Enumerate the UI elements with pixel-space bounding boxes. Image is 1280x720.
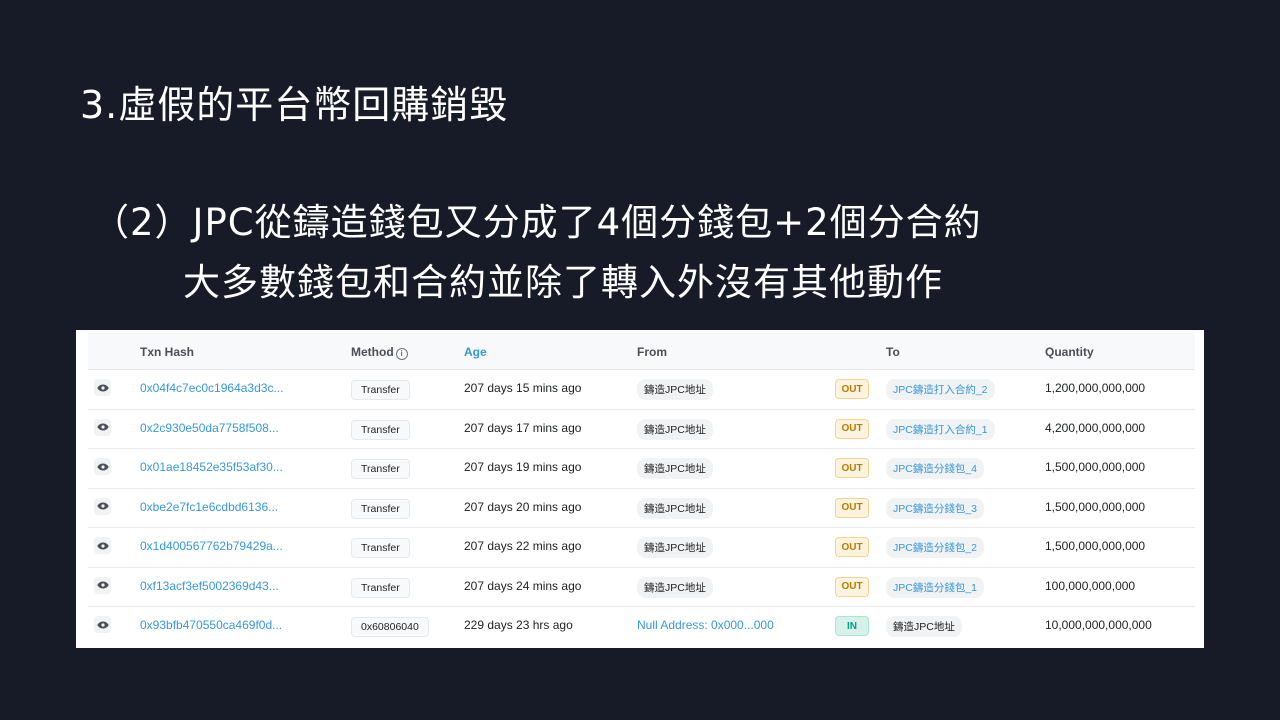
eye-icon[interactable] [94,616,111,633]
direction-badge: OUT [835,537,869,557]
method-badge: 0x60806040 [351,617,429,637]
header-from: From [637,345,667,359]
to-address-tag[interactable]: JPC鑄造打入合約_2 [886,379,995,400]
quantity-value: 1,500,000,000,000 [1045,460,1146,474]
method-badge: Transfer [351,380,410,400]
method-badge: Transfer [351,498,410,519]
slide-title: 3.虛假的平台幣回購銷毀 [80,83,509,127]
to-address-tag[interactable]: JPC鑄造分錢包_3 [886,497,985,519]
txn-age: 207 days 19 mins ago [464,460,582,474]
from-address-tag[interactable]: 鑄造JPC地址 [637,497,713,519]
direction-badge: OUT [835,379,869,399]
from-address-tag[interactable]: 鑄造JPC地址 [637,458,713,479]
txn-hash-link[interactable]: 0x93bfb470550ca469f0d... [140,618,282,632]
from-address-tag[interactable]: 鑄造JPC地址 [637,537,713,558]
info-icon[interactable]: i [395,348,408,360]
quantity-value: 1,500,000,000,000 [1045,539,1146,553]
header-quantity: Quantity [1045,345,1094,359]
table-body: 0x04f4c7ec0c1964a3d3c... Transfer 207 days… [88,370,1195,647]
eye-icon[interactable] [94,497,111,515]
txn-age: 229 days 23 hrs ago [464,618,573,632]
header-txn-hash: Txn Hash [140,345,195,359]
method-badge: Transfer [351,538,410,558]
txn-age: 207 days 24 mins ago [464,578,582,593]
from-address-tag[interactable]: 鑄造JPC地址 [637,418,713,440]
transactions-table: Txn Hash Method i Age From To Quantity 0x… [76,330,1204,648]
direction-badge: OUT [835,458,869,478]
eye-icon[interactable] [94,418,111,436]
txn-hash-link[interactable]: 0x01ae18452e35f53af30... [140,460,283,474]
txn-age: 207 days 22 mins ago [464,539,582,553]
header-method: Method i [351,345,408,360]
direction-badge: OUT [835,497,869,518]
table-row: 0x1d400567762b79429a... Transfer 207 days … [88,528,1195,568]
direction-badge: OUT [835,576,869,597]
quantity-value: 10,000,000,000,000 [1045,618,1152,632]
to-address-tag[interactable]: JPC鑄造打入合約_1 [886,418,995,440]
txn-hash-link[interactable]: 0xf13acf3ef5002369d43... [140,579,279,593]
txn-hash-link[interactable]: 0x1d400567762b79429a... [140,539,283,553]
eye-icon[interactable] [94,458,111,475]
txn-hash-link[interactable]: 0xbe2e7fc1e6cdbd6136... [140,500,278,514]
table-header: Txn Hash Method i Age From To Quantity [88,333,1195,370]
to-address-tag[interactable]: 鑄造JPC地址 [886,616,962,637]
from-address-tag[interactable]: 鑄造JPC地址 [637,379,713,400]
to-address-tag[interactable]: JPC鑄造分錢包_4 [886,458,985,479]
header-method-label: Method [351,345,394,359]
slide-subtitle-line-2: 大多數錢包和合約並除了轉入外沒有其他動作 [183,261,943,304]
table-row: 0x01ae18452e35f53af30... Transfer 207 days… [88,449,1195,489]
table-row: 0xf13acf3ef5002369d43... Transfer 207 days… [88,568,1195,607]
eye-icon[interactable] [94,537,111,554]
header-age[interactable]: Age [464,345,487,359]
eye-icon[interactable] [94,379,111,396]
method-badge: Transfer [351,577,410,598]
to-address-tag[interactable]: JPC鑄造分錢包_1 [886,576,985,598]
method-badge: Transfer [351,459,410,479]
txn-age: 207 days 20 mins ago [464,499,582,514]
txn-age: 207 days 17 mins ago [464,420,582,435]
to-address-tag[interactable]: JPC鑄造分錢包_2 [886,537,985,558]
table-row: 0xbe2e7fc1e6cdbd6136... Transfer 207 days … [88,489,1195,528]
header-to: To [886,345,900,359]
txn-hash-link[interactable]: 0x04f4c7ec0c1964a3d3c... [140,381,283,395]
direction-badge: IN [835,616,869,636]
table-row: 0x04f4c7ec0c1964a3d3c... Transfer 207 days… [88,370,1195,410]
slide-subtitle-line-1: （2）JPC從鑄造錢包又分成了4個分錢包+2個分合約 [92,201,982,244]
direction-badge: OUT [835,418,869,439]
table-row: 0x93bfb470550ca469f0d... 0x60806040 229 da… [88,607,1195,647]
from-address-link[interactable]: Null Address: 0x000...000 [637,618,774,632]
txn-age: 207 days 15 mins ago [464,381,582,395]
quantity-value: 4,200,000,000,000 [1045,420,1146,435]
txn-hash-link[interactable]: 0x2c930e50da7758f508... [140,421,279,435]
quantity-value: 1,500,000,000,000 [1045,499,1146,514]
method-badge: Transfer [351,419,410,440]
table-row: 0x2c930e50da7758f508... Transfer 207 days … [88,410,1195,449]
quantity-value: 100,000,000,000 [1045,578,1136,593]
quantity-value: 1,200,000,000,000 [1045,381,1146,395]
from-address-tag[interactable]: 鑄造JPC地址 [637,576,713,598]
eye-icon[interactable] [94,576,111,594]
